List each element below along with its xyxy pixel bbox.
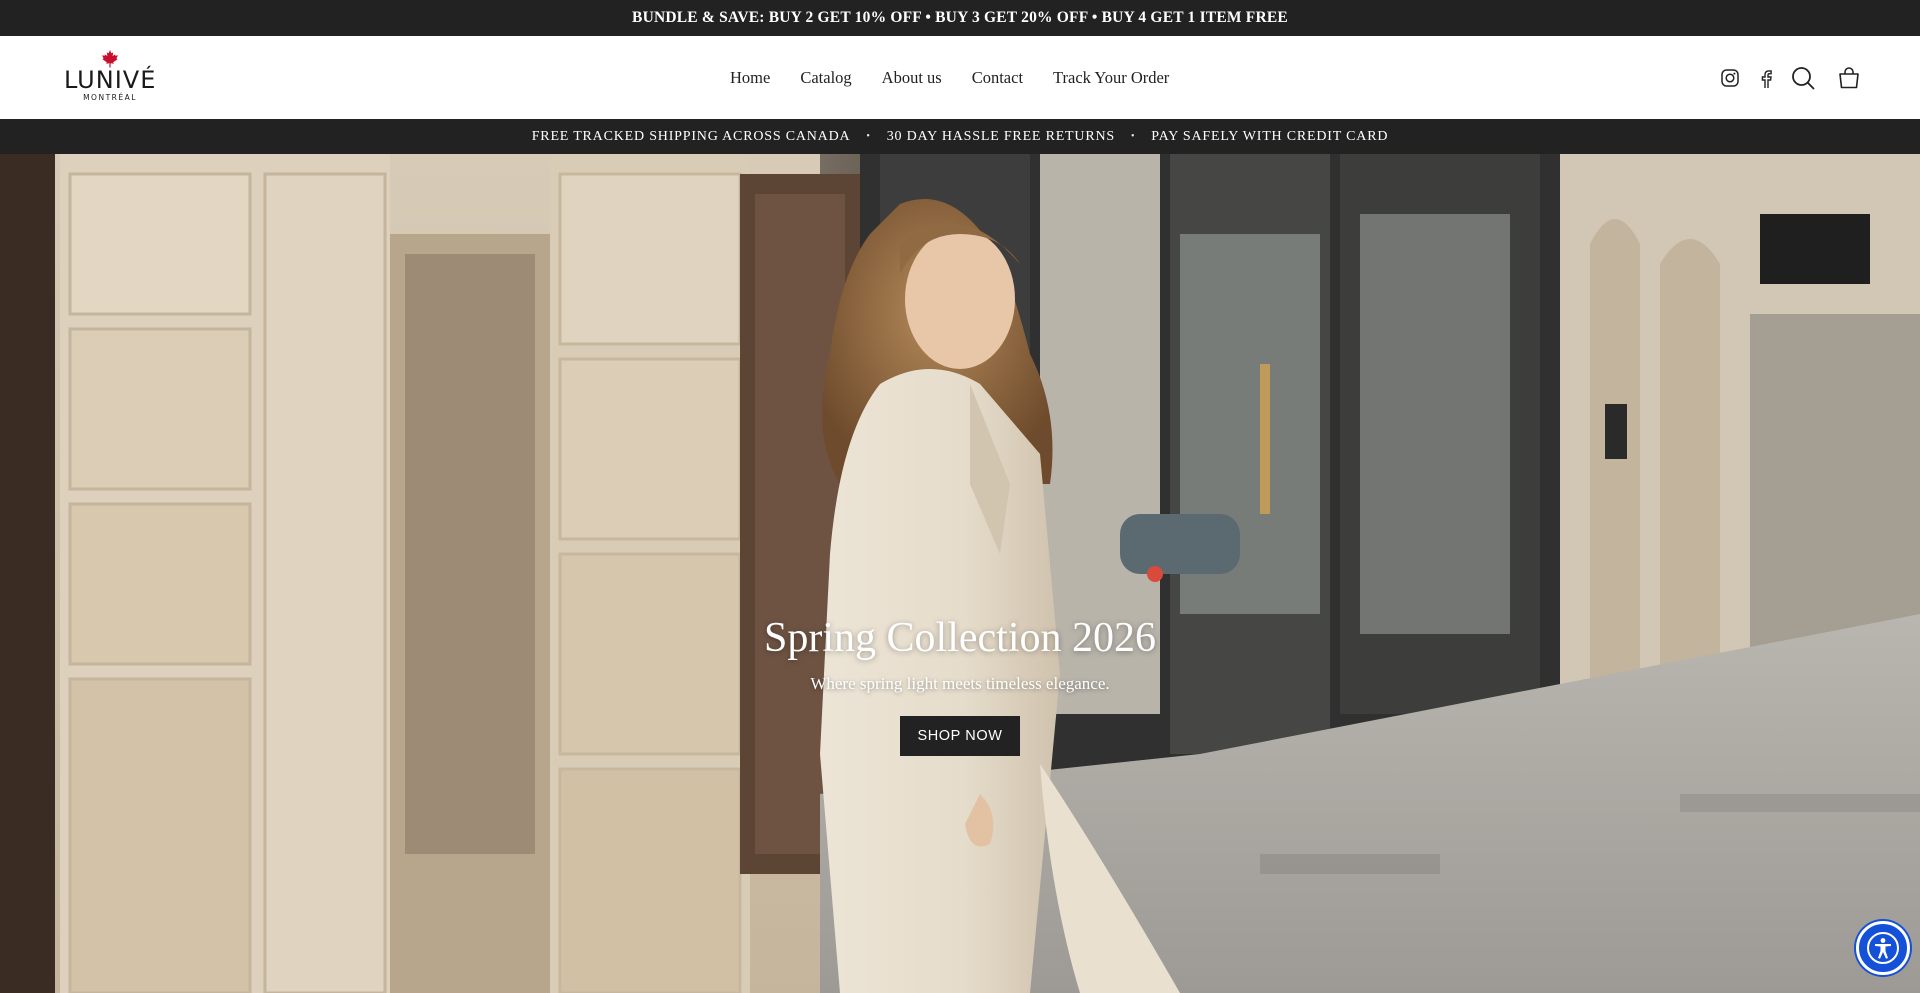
logo-city: MONTRÉAL xyxy=(83,93,137,102)
site-header: LUNIVÉ MONTRÉAL Home Catalog About us Co… xyxy=(0,36,1920,119)
main-nav: Home Catalog About us Contact Track Your… xyxy=(730,36,1169,119)
cart-icon[interactable] xyxy=(1838,67,1860,89)
usp-shipping: FREE TRACKED SHIPPING ACROSS CANADA xyxy=(531,128,851,144)
usp-bar: FREE TRACKED SHIPPING ACROSS CANADA • 30… xyxy=(0,119,1920,154)
usp-separator: • xyxy=(866,131,871,142)
announcement-text: BUNDLE & SAVE: BUY 2 GET 10% OFF • BUY 3… xyxy=(632,9,1288,26)
accessibility-button[interactable] xyxy=(1856,921,1910,975)
accessibility-icon xyxy=(1867,932,1899,964)
nav-home[interactable]: Home xyxy=(730,68,770,88)
nav-about-us[interactable]: About us xyxy=(882,68,942,88)
hero-image xyxy=(0,154,1920,993)
usp-payment: PAY SAFELY WITH CREDIT CARD xyxy=(1151,128,1389,144)
nav-contact[interactable]: Contact xyxy=(972,68,1023,88)
instagram-icon[interactable] xyxy=(1721,69,1739,87)
hero-title: Spring Collection 2026 xyxy=(764,615,1156,661)
header-icons xyxy=(1680,36,1920,119)
facebook-icon[interactable] xyxy=(1760,69,1772,88)
usp-returns: 30 DAY HASSLE FREE RETURNS xyxy=(886,128,1115,144)
hero-content: Spring Collection 2026 Where spring ligh… xyxy=(0,614,1920,756)
hero-banner: Spring Collection 2026 Where spring ligh… xyxy=(0,154,1920,993)
logo[interactable]: LUNIVÉ MONTRÉAL xyxy=(64,50,156,106)
announcement-bar: BUNDLE & SAVE: BUY 2 GET 10% OFF • BUY 3… xyxy=(0,0,1920,36)
usp-separator: • xyxy=(1130,131,1136,142)
search-icon[interactable] xyxy=(1791,66,1815,90)
logo-brand: LUNIVÉ xyxy=(64,66,157,94)
shop-now-button[interactable]: SHOP NOW xyxy=(900,716,1020,756)
nav-track-your-order[interactable]: Track Your Order xyxy=(1053,68,1169,88)
nav-catalog[interactable]: Catalog xyxy=(800,68,851,88)
hero-subtitle: Where spring light meets timeless elegan… xyxy=(810,674,1110,693)
